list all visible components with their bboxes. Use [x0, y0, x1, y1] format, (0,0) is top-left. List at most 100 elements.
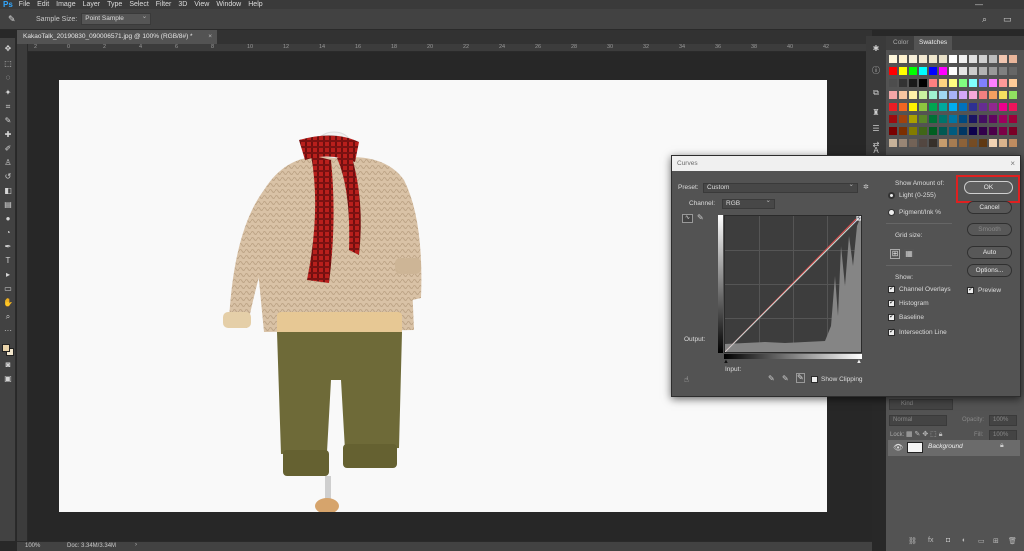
swatch-chip[interactable] [909, 139, 917, 147]
healing-brush-icon[interactable]: ✚ [3, 130, 13, 140]
swatch-chip[interactable] [959, 115, 967, 123]
dodge-tool-icon[interactable]: ◔ [3, 228, 13, 238]
swatch-chip[interactable] [959, 91, 967, 99]
pencil-icon[interactable]: ✎ [697, 213, 704, 222]
hand-tool-icon[interactable]: ✋ [3, 298, 13, 308]
swatch-chip[interactable] [969, 103, 977, 111]
swatch-chip[interactable] [999, 67, 1007, 75]
lasso-tool-icon[interactable]: ◌ [3, 73, 13, 83]
swatch-chip[interactable] [899, 55, 907, 63]
swatch-chip[interactable] [979, 103, 987, 111]
info-icon[interactable]: ⓘ [871, 66, 881, 76]
type-tool-icon[interactable]: T [3, 256, 13, 266]
delete-layer-icon[interactable]: 🗑︎ [1008, 537, 1017, 545]
swatch-chip[interactable] [959, 127, 967, 135]
swatch-chip[interactable] [989, 103, 997, 111]
swatch-chip[interactable] [949, 115, 957, 123]
swatch-chip[interactable] [969, 55, 977, 63]
swatch-chip[interactable] [909, 115, 917, 123]
blend-mode-select[interactable]: Normal [889, 415, 947, 426]
light-radio[interactable] [888, 192, 895, 199]
curve-mode-icon[interactable]: ∿ [682, 214, 693, 223]
swatch-chip[interactable] [899, 103, 907, 111]
swatch-chip[interactable] [1009, 103, 1017, 111]
pen-tool-icon[interactable]: ✒ [3, 242, 13, 252]
swatch-chip[interactable] [999, 103, 1007, 111]
menu-view[interactable]: View [194, 1, 209, 8]
swatch-chip[interactable] [919, 79, 927, 87]
path-select-icon[interactable]: ▸ [3, 270, 13, 280]
eyedropper-tool-icon[interactable]: ✎ [3, 116, 13, 126]
swatch-chip[interactable] [909, 67, 917, 75]
gray-eyedropper-icon[interactable]: ✎ [782, 374, 789, 383]
swatch-chip[interactable] [899, 67, 907, 75]
swatch-chip[interactable] [889, 139, 897, 147]
swatch-chip[interactable] [919, 115, 927, 123]
preset-options-icon[interactable]: ✲ [863, 183, 869, 191]
swatch-chip[interactable] [959, 79, 967, 87]
swatch-chip[interactable] [909, 127, 917, 135]
menu-select[interactable]: Select [129, 1, 148, 8]
swatch-chip[interactable] [1009, 91, 1017, 99]
detailed-grid-icon[interactable]: ▦ [904, 249, 914, 259]
preset-select[interactable]: Custom [703, 181, 858, 193]
document-tab[interactable]: KakaoTalk_20190830_090006571.jpg @ 100% … [17, 30, 217, 44]
swatch-chip[interactable] [939, 79, 947, 87]
marquee-tool-icon[interactable]: ⬚ [3, 59, 13, 69]
swatch-chip[interactable] [1009, 55, 1017, 63]
gradient-tool-icon[interactable]: ▤ [3, 200, 13, 210]
eyedropper-icon[interactable]: ✎ [8, 14, 16, 25]
swatch-chip[interactable] [999, 127, 1007, 135]
swatch-chip[interactable] [889, 127, 897, 135]
swatch-chip[interactable] [889, 103, 897, 111]
swatch-chip[interactable] [959, 67, 967, 75]
swatch-chip[interactable] [979, 127, 987, 135]
menu-help[interactable]: Help [248, 1, 262, 8]
history-brush-icon[interactable]: ↺ [3, 172, 13, 182]
swatch-chip[interactable] [959, 103, 967, 111]
swatch-chip[interactable] [939, 115, 947, 123]
swatch-chip[interactable] [909, 55, 917, 63]
curve-graph[interactable] [724, 215, 862, 353]
crop-tool-icon[interactable]: ⌗ [3, 102, 13, 112]
swatch-chip[interactable] [969, 79, 977, 87]
tool-presets-icon[interactable]: ♜ [871, 108, 881, 118]
fx-icon[interactable]: fx [928, 537, 933, 544]
baseline-checkbox[interactable] [888, 312, 895, 321]
preview-checkbox[interactable] [967, 285, 974, 294]
more-tools-icon[interactable]: ··· [3, 326, 13, 336]
swatch-chip[interactable] [999, 55, 1007, 63]
swatch-chip[interactable] [969, 139, 977, 147]
swatch-chip[interactable] [929, 103, 937, 111]
swatch-chip[interactable] [939, 139, 947, 147]
swatch-chip[interactable] [1009, 67, 1017, 75]
adjustments-icon[interactable]: ☰ [871, 124, 881, 134]
swatch-chip[interactable] [899, 139, 907, 147]
adjustment-layer-icon[interactable]: ◐ [962, 537, 966, 544]
swatch-chip[interactable] [929, 139, 937, 147]
swatch-chip[interactable] [909, 91, 917, 99]
black-point-slider[interactable]: ▲ [723, 359, 729, 365]
swatch-chip[interactable] [959, 55, 967, 63]
eye-icon[interactable]: 👁︎ [893, 443, 903, 452]
dialog-title-bar[interactable]: Curves × [672, 156, 1020, 171]
swatch-chip[interactable] [929, 115, 937, 123]
swatch-chip[interactable] [919, 67, 927, 75]
search-icon[interactable]: ⌕ [982, 14, 987, 25]
swatch-chip[interactable] [979, 79, 987, 87]
black-eyedropper-icon[interactable]: ✎ [768, 374, 775, 383]
eraser-tool-icon[interactable]: ◧ [3, 186, 13, 196]
swatch-chip[interactable] [979, 139, 987, 147]
swatch-chip[interactable] [939, 55, 947, 63]
swatch-chip[interactable] [949, 79, 957, 87]
swatch-chip[interactable] [989, 115, 997, 123]
white-eyedropper-icon[interactable]: ✎ [796, 373, 805, 383]
swatch-chip[interactable] [929, 79, 937, 87]
swatch-chip[interactable] [979, 91, 987, 99]
swatch-chip[interactable] [999, 115, 1007, 123]
menu-type[interactable]: Type [107, 1, 122, 8]
move-tool-icon[interactable]: ✥ [3, 44, 13, 54]
swatch-chip[interactable] [889, 55, 897, 63]
options-button[interactable]: Options... [967, 264, 1012, 277]
clone-source-icon[interactable]: ⧉ [871, 88, 881, 98]
